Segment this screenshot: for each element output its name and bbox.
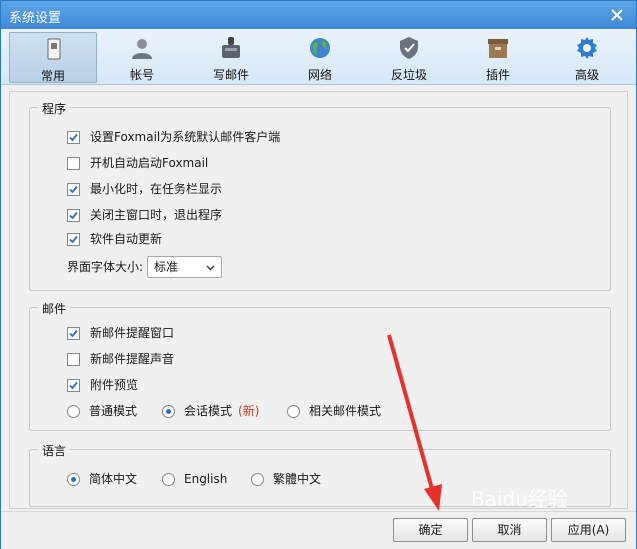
option-new-mail-sound[interactable]: 新邮件提醒声音 <box>67 351 174 367</box>
compose-icon <box>222 37 240 58</box>
radio-button[interactable] <box>251 472 264 486</box>
program-group-title: 程序 <box>38 100 71 117</box>
tab-network-label: 网络 <box>307 68 332 82</box>
checkbox[interactable] <box>67 378 80 392</box>
title-bar: 系统设置 <box>1 1 636 29</box>
lang-simplified-chinese[interactable]: 简体中文 <box>67 471 137 487</box>
checkmark-icon <box>69 133 78 141</box>
option-attachment-preview[interactable]: 附件预览 <box>67 377 138 393</box>
option-default-client[interactable]: 设置Foxmail为系统默认邮件客户端 <box>67 129 280 145</box>
checkmark-icon <box>69 185 78 193</box>
checkmark-icon <box>69 235 78 243</box>
option-close-exit[interactable]: 关闭主窗口时，退出程序 <box>67 207 222 223</box>
tab-compose-label: 写邮件 <box>212 68 249 82</box>
option-label: 最小化时，在任务栏显示 <box>90 182 223 196</box>
checkbox[interactable] <box>67 232 80 246</box>
font-size-value: 标准 <box>154 260 179 274</box>
close-button[interactable] <box>608 6 626 24</box>
network-globe-icon <box>310 38 330 58</box>
option-autostart[interactable]: 开机自动启动Foxmail <box>67 155 208 171</box>
option-label: 关闭主窗口时，退出程序 <box>90 208 223 222</box>
checkbox[interactable] <box>67 208 80 222</box>
option-label: 简体中文 <box>89 472 138 486</box>
ok-button[interactable]: 确定 <box>393 518 468 542</box>
plugin-box-icon <box>488 39 508 58</box>
tab-plugins-label: 插件 <box>485 68 510 82</box>
settings-toolbar: 常用 帐号 写邮件 网络 反垃圾 插件 高级 <box>1 29 636 85</box>
settings-window: 系统设置 常用 帐号 写邮件 网络 反垃圾 插件 高级 程序 设置Foxmail… <box>0 0 637 549</box>
lang-english[interactable]: English <box>162 471 227 487</box>
tab-plugins[interactable]: 插件 <box>454 32 542 83</box>
tab-advanced-label: 高级 <box>574 68 599 82</box>
checkbox[interactable] <box>67 182 80 196</box>
option-label: 附件预览 <box>90 378 139 392</box>
option-new-mail-window[interactable]: 新邮件提醒窗口 <box>67 325 174 341</box>
tab-account-label: 帐号 <box>129 68 154 82</box>
antispam-shield-icon <box>400 37 418 59</box>
tab-antispam-label: 反垃圾 <box>390 68 427 82</box>
checkbox[interactable] <box>67 326 80 340</box>
checkmark-icon <box>69 381 78 389</box>
tab-general[interactable]: 常用 <box>9 32 97 83</box>
option-label: 新邮件提醒声音 <box>90 352 175 366</box>
option-label: 新邮件提醒窗口 <box>90 326 175 340</box>
option-label: 软件自动更新 <box>90 232 163 246</box>
radio-button[interactable] <box>67 472 80 486</box>
checkmark-icon <box>69 329 78 337</box>
window-title: 系统设置 <box>9 11 62 26</box>
advanced-gear-icon <box>577 37 597 59</box>
chevron-down-icon <box>206 265 215 271</box>
radio-button[interactable] <box>287 404 300 418</box>
option-label: 普通模式 <box>89 404 138 418</box>
mail-group-title: 邮件 <box>38 300 71 317</box>
checkbox[interactable] <box>67 130 80 144</box>
font-size-label: 界面字体大小: <box>67 260 144 274</box>
option-minimize-taskbar[interactable]: 最小化时，在任务栏显示 <box>67 181 222 197</box>
radio-button[interactable] <box>162 404 175 418</box>
account-icon <box>132 39 152 59</box>
watermark: Baidu经验 <box>471 487 568 511</box>
option-label: 设置Foxmail为系统默认邮件客户端 <box>90 130 281 144</box>
radio-button[interactable] <box>67 404 80 418</box>
option-auto-update[interactable]: 软件自动更新 <box>67 231 162 247</box>
tab-account[interactable]: 帐号 <box>98 32 186 83</box>
radio-button[interactable] <box>162 472 175 486</box>
option-label: English <box>184 472 228 486</box>
option-label: 开机自动启动Foxmail <box>90 156 209 170</box>
option-label: 相关邮件模式 <box>309 404 382 418</box>
mode-related[interactable]: 相关邮件模式 <box>287 403 381 419</box>
tab-advanced[interactable]: 高级 <box>543 32 631 83</box>
option-label: 繁體中文 <box>273 472 322 486</box>
language-group-title: 语言 <box>38 442 71 459</box>
font-size-select[interactable]: 标准 <box>147 256 222 278</box>
checkbox[interactable] <box>67 352 80 366</box>
lang-traditional-chinese[interactable]: 繁體中文 <box>251 471 321 487</box>
tab-compose[interactable]: 写邮件 <box>187 32 275 83</box>
checkmark-icon <box>69 211 78 219</box>
mode-normal[interactable]: 普通模式 <box>67 403 137 419</box>
tab-general-label: 常用 <box>40 69 65 83</box>
close-icon <box>611 9 623 21</box>
option-label: 会话模式 <box>184 404 233 418</box>
general-icon <box>47 38 61 60</box>
checkbox[interactable] <box>67 156 80 170</box>
new-badge: (新) <box>238 404 260 418</box>
tab-antispam[interactable]: 反垃圾 <box>365 32 453 83</box>
mode-conversation[interactable]: 会话模式 (新) <box>162 403 259 419</box>
tab-network[interactable]: 网络 <box>276 32 364 83</box>
